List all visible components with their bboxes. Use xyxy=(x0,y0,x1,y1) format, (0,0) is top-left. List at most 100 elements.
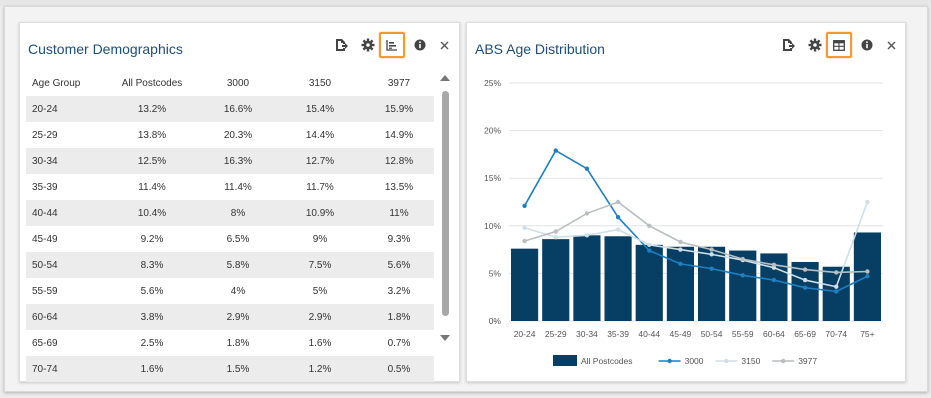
y-tick-label: 15% xyxy=(484,173,501,183)
value-cell: 1.6% xyxy=(104,356,200,382)
y-tick-label: 5% xyxy=(489,268,502,278)
chart-view-icon[interactable] xyxy=(379,32,405,58)
scroll-down-arrow-icon[interactable] xyxy=(440,335,450,341)
value-cell: 6.5% xyxy=(226,233,250,245)
data-point xyxy=(615,215,621,220)
legend-label: 3977 xyxy=(798,356,817,366)
column-header[interactable]: 3150 xyxy=(276,70,364,96)
column-header[interactable]: 3977 xyxy=(364,70,434,96)
value-cell: 12.5% xyxy=(104,148,200,174)
table-row[interactable]: 35-39 11.4% 11.4% 11.7% 13.5% xyxy=(26,174,434,200)
scroll-up-arrow-icon[interactable] xyxy=(440,75,450,81)
table-row[interactable]: 30-34 12.5% 16.3% 12.7% 12.8% xyxy=(26,148,434,174)
y-tick-label: 25% xyxy=(484,78,501,88)
bar xyxy=(511,248,539,321)
value-cell: 5.8% xyxy=(200,252,276,278)
data-point xyxy=(522,225,527,230)
data-point xyxy=(553,229,558,234)
value-cell: 11.4% xyxy=(224,181,252,193)
age-group-cell: 70-74 xyxy=(26,356,104,382)
table-header-row: Age Group All Postcodes 3000 3150 3977 xyxy=(26,70,434,96)
panel-title: Customer Demographics xyxy=(28,41,183,57)
legend-marker xyxy=(781,358,786,364)
data-point xyxy=(553,235,558,240)
value-cell: 15.4% xyxy=(276,96,364,122)
value-cell: 9% xyxy=(312,233,328,245)
value-cell: 0.7% xyxy=(387,337,411,349)
column-header[interactable]: All Postcodes xyxy=(104,70,200,96)
data-point xyxy=(647,248,652,253)
value-cell: 1.2% xyxy=(276,356,364,382)
value-cell: 14.4% xyxy=(305,129,335,141)
y-tick-label: 20% xyxy=(484,126,501,136)
value-cell: 5.6% xyxy=(364,252,434,278)
legend-label: 3000 xyxy=(685,356,704,366)
value-cell: 5% xyxy=(312,285,328,297)
data-point xyxy=(740,273,745,278)
column-header[interactable]: Age Group xyxy=(26,70,104,96)
table-row[interactable]: 20-24 13.2% 16.6% 15.4% 15.9% xyxy=(26,96,434,122)
value-cell: 11.4% xyxy=(138,181,166,193)
table-row[interactable]: 40-44 10.4% 8% 10.9% 11% xyxy=(26,200,434,226)
value-cell: 14.9% xyxy=(384,129,414,141)
data-point xyxy=(771,262,777,268)
value-cell: 2.5% xyxy=(140,337,164,349)
value-cell: 11.7% xyxy=(306,181,334,193)
data-point xyxy=(802,285,808,290)
table-scrollbar[interactable] xyxy=(440,73,452,343)
age-group-cell: 25-29 xyxy=(32,129,58,141)
gear-icon[interactable] xyxy=(356,33,380,57)
bar xyxy=(635,244,663,321)
table-row[interactable]: 70-74 1.6% 1.5% 1.2% 0.5% xyxy=(26,356,434,382)
value-cell: 10.9% xyxy=(276,200,364,226)
data-point xyxy=(615,199,621,205)
value-cell: 7.5% xyxy=(276,252,364,278)
info-icon[interactable] xyxy=(408,33,432,57)
bar xyxy=(666,246,694,321)
age-group-cell: 65-69 xyxy=(32,337,58,349)
x-tick-label: 65-69 xyxy=(794,329,816,339)
value-cell: 2.9% xyxy=(276,304,364,330)
table-row[interactable]: 55-59 5.6% 4% 5% 3.2% xyxy=(26,278,434,304)
data-point xyxy=(709,252,714,257)
table-row[interactable]: 45-49 9.2% 6.5% 9% 9.3% xyxy=(26,226,434,252)
value-cell: 5.6% xyxy=(140,285,164,297)
table-body: 20-24 13.2% 16.6% 15.4% 15.9% 25-29 13.8% 20.3%… xyxy=(26,96,434,382)
data-point xyxy=(647,242,652,248)
column-header[interactable]: 3000 xyxy=(200,70,276,96)
table-row[interactable]: 65-69 2.5% 1.8% 1.6% 0.7% xyxy=(26,330,434,356)
dashboard-area: Customer Demographics Age Group All Post… xyxy=(4,6,928,392)
scrollbar-thumb[interactable] xyxy=(442,91,449,316)
data-point xyxy=(647,223,652,228)
customer-demographics-panel: Customer Demographics Age Group All Post… xyxy=(19,22,460,382)
value-cell: 13.8% xyxy=(137,129,167,141)
data-point xyxy=(678,261,683,267)
data-point xyxy=(802,267,808,272)
x-tick-label: 75+ xyxy=(860,329,874,339)
value-cell: 3.2% xyxy=(387,285,411,297)
table-row[interactable]: 25-29 13.8% 20.3% 14.4% 14.9% xyxy=(26,122,434,148)
value-cell: 9.3% xyxy=(387,233,411,245)
value-cell: 8.3% xyxy=(104,252,200,278)
close-icon[interactable] xyxy=(432,33,456,57)
value-cell: 13.2% xyxy=(104,96,200,122)
data-point xyxy=(834,289,839,294)
age-group-cell: 30-34 xyxy=(26,148,104,174)
value-cell: 4% xyxy=(230,285,246,297)
x-tick-label: 25-29 xyxy=(545,329,567,339)
value-cell: 3.8% xyxy=(104,304,200,330)
demographics-table: Age Group All Postcodes 3000 3150 3977 2… xyxy=(26,70,434,382)
legend-label: 3150 xyxy=(741,356,760,366)
table-row[interactable]: 60-64 3.8% 2.9% 2.9% 1.8% xyxy=(26,304,434,330)
export-icon[interactable] xyxy=(329,33,353,57)
value-cell: 12.8% xyxy=(364,148,434,174)
data-point xyxy=(740,256,745,262)
data-point xyxy=(584,211,590,216)
value-cell: 11% xyxy=(364,200,434,226)
x-tick-label: 40-44 xyxy=(638,329,660,339)
table-row[interactable]: 50-54 8.3% 5.8% 7.5% 5.6% xyxy=(26,252,434,278)
legend-label: All Postcodes xyxy=(581,356,633,366)
x-tick-label: 70-74 xyxy=(825,329,847,339)
data-point xyxy=(802,277,808,283)
value-cell: 13.5% xyxy=(384,181,414,193)
